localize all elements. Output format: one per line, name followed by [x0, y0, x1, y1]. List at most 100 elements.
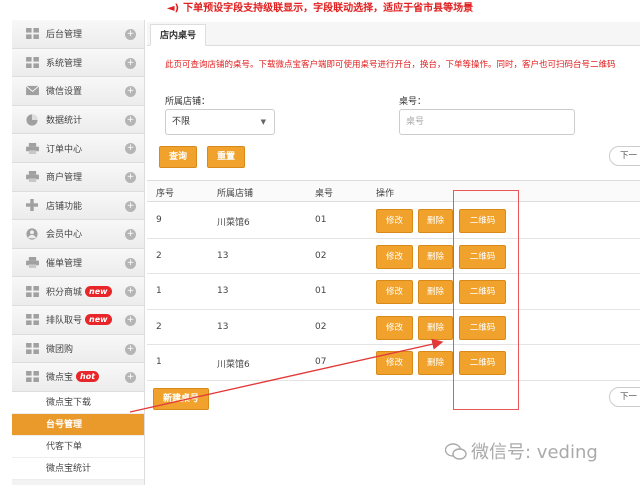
tab-bar: 店内桌号 [147, 22, 640, 46]
cell-id: 1 [156, 357, 162, 367]
new-badge: new [85, 285, 112, 297]
printer-icon [24, 141, 40, 155]
expand-icon[interactable]: + [125, 200, 136, 212]
sidebar-item[interactable]: 数据统计 + [12, 105, 144, 135]
edit-button[interactable]: 修改 [376, 315, 413, 340]
expand-icon[interactable]: + [125, 57, 136, 69]
sidebar-subitem[interactable]: 台号管理 [12, 413, 144, 436]
cell-store: 13 [217, 321, 229, 332]
reset-button[interactable]: 重置 [207, 146, 245, 168]
sidebar-item-label: 数据统计 [46, 116, 83, 127]
sidebar-item[interactable]: 系统管理 + [12, 48, 144, 78]
edit-button[interactable]: 修改 [376, 351, 413, 375]
expand-icon[interactable]: + [125, 143, 136, 155]
edit-button[interactable]: 修改 [376, 244, 413, 269]
store-select[interactable]: 不限 ▼ [165, 109, 275, 135]
header-id: 序号 [156, 189, 175, 199]
chart-icon [24, 113, 40, 127]
grid-icon [24, 284, 40, 298]
table-header: 序号 所属店铺 桌号 操作 [147, 180, 640, 202]
expand-icon[interactable]: + [125, 114, 136, 126]
sidebar-item[interactable]: 微信设置 + [12, 77, 144, 106]
sidebar-item-label: 会员中心 [46, 230, 83, 241]
table-row: 2 13 02 修改 删除 二维码 [147, 238, 640, 274]
table-row: 1 13 01 修改 删除 二维码 [147, 274, 640, 310]
banner-text: 下单预设字段支持级联显示，字段联动选择，适应于省市县等场景 [183, 3, 474, 14]
cell-table-no: 02 [315, 250, 327, 261]
expand-icon[interactable]: + [125, 171, 136, 183]
grid-icon [24, 27, 40, 41]
table-row: 2 13 02 修改 删除 二维码 [147, 309, 640, 345]
cell-id: 9 [156, 215, 162, 225]
hot-badge: hot [76, 371, 100, 383]
watermark: 微信号: veding [445, 438, 598, 464]
sidebar-item[interactable]: 排队取号 new + [12, 305, 144, 335]
sidebar-item[interactable]: 店铺功能 + [12, 191, 144, 221]
sidebar-item-label: 催单管理 [46, 259, 83, 270]
new-badge: new [85, 314, 112, 326]
sidebar-item-label: 微团购 [46, 344, 74, 355]
sidebar-item[interactable]: 订单中心 + [12, 134, 144, 163]
expand-icon[interactable]: + [125, 286, 136, 298]
store-select-value: 不限 [172, 117, 191, 127]
sidebar-item-label: 微信设置 [46, 87, 83, 98]
table-number-input[interactable]: 桌号 [399, 109, 575, 135]
main-content: 店内桌号 此页可查询店铺的桌号。下载微点宝客户端即可使用桌号进行开台，换台，下单… [145, 20, 640, 485]
expand-icon[interactable]: + [125, 343, 136, 355]
tab-store-tables[interactable]: 店内桌号 [150, 24, 207, 46]
sidebar-subitem[interactable]: 代客下单 [12, 435, 144, 458]
cell-table-no: 02 [315, 321, 327, 332]
query-button[interactable]: 查询 [159, 146, 197, 168]
grid-icon [24, 341, 40, 355]
sidebar-item[interactable]: 微点宝 hot + [12, 363, 144, 392]
highlight-box [453, 190, 519, 410]
expand-icon[interactable]: + [125, 314, 136, 326]
header-store: 所属店铺 [217, 189, 254, 199]
cell-store: 13 [217, 286, 229, 296]
page-description: 此页可查询店铺的桌号。下载微点宝客户端即可使用桌号进行开台，换台，下单等操作。同… [165, 60, 616, 70]
cell-id: 2 [156, 250, 162, 261]
next-page-button-bottom[interactable]: 下一 [609, 387, 640, 407]
cell-id: 1 [156, 286, 162, 296]
header-actions: 操作 [376, 189, 395, 199]
expand-icon[interactable]: + [125, 86, 136, 98]
cell-store: 川菜馆6 [217, 360, 250, 370]
cell-table-no: 01 [315, 215, 327, 225]
sidebar-item-label: 订单中心 [46, 144, 83, 155]
sidebar-subitem[interactable]: 微点宝统计 [12, 457, 144, 480]
sidebar-item[interactable]: 积分商城 new + [12, 277, 144, 306]
sidebar-subitem[interactable]: 微点宝下载 [12, 391, 144, 414]
sidebar-item[interactable]: 商户管理 + [12, 162, 144, 192]
header-table-no: 桌号 [315, 189, 334, 199]
top-banner: ◄) 下单预设字段支持级联显示，字段联动选择，适应于省市县等场景 [0, 0, 640, 20]
edit-button[interactable]: 修改 [376, 209, 413, 233]
expand-icon[interactable]: + [125, 229, 136, 241]
watermark-text: 微信号: veding [471, 442, 598, 463]
sidebar-item[interactable]: 微团购 + [12, 334, 144, 364]
plus-icon [24, 198, 40, 212]
sidebar-item[interactable]: 催单管理 + [12, 248, 144, 278]
sidebar-item-label: 店铺功能 [46, 201, 83, 212]
add-table-button[interactable]: 新建桌号 [153, 388, 209, 410]
delete-button[interactable]: 删除 [418, 209, 453, 233]
expand-icon[interactable]: + [125, 257, 136, 269]
delete-button[interactable]: 删除 [418, 351, 453, 375]
cell-id: 2 [156, 321, 162, 332]
sidebar-item[interactable]: 会员中心 + [12, 220, 144, 249]
cell-store: 川菜馆6 [217, 218, 250, 228]
sidebar-item-label: 后台管理 [46, 30, 83, 41]
delete-button[interactable]: 删除 [418, 280, 453, 304]
chevron-down-icon: ▼ [260, 118, 266, 126]
sidebar-item[interactable]: 后台管理 + [12, 20, 144, 49]
next-page-button[interactable]: 下一 [609, 146, 640, 166]
grid-icon [24, 55, 40, 69]
cell-table-no: 07 [315, 357, 327, 367]
delete-button[interactable]: 删除 [418, 315, 453, 340]
delete-button[interactable]: 删除 [418, 244, 453, 269]
user-icon [24, 227, 40, 241]
expand-icon[interactable]: + [125, 372, 136, 384]
printer-icon [24, 170, 40, 184]
expand-icon[interactable]: + [125, 29, 136, 40]
edit-button[interactable]: 修改 [376, 280, 413, 304]
table-filter-label: 桌号： [399, 97, 427, 107]
